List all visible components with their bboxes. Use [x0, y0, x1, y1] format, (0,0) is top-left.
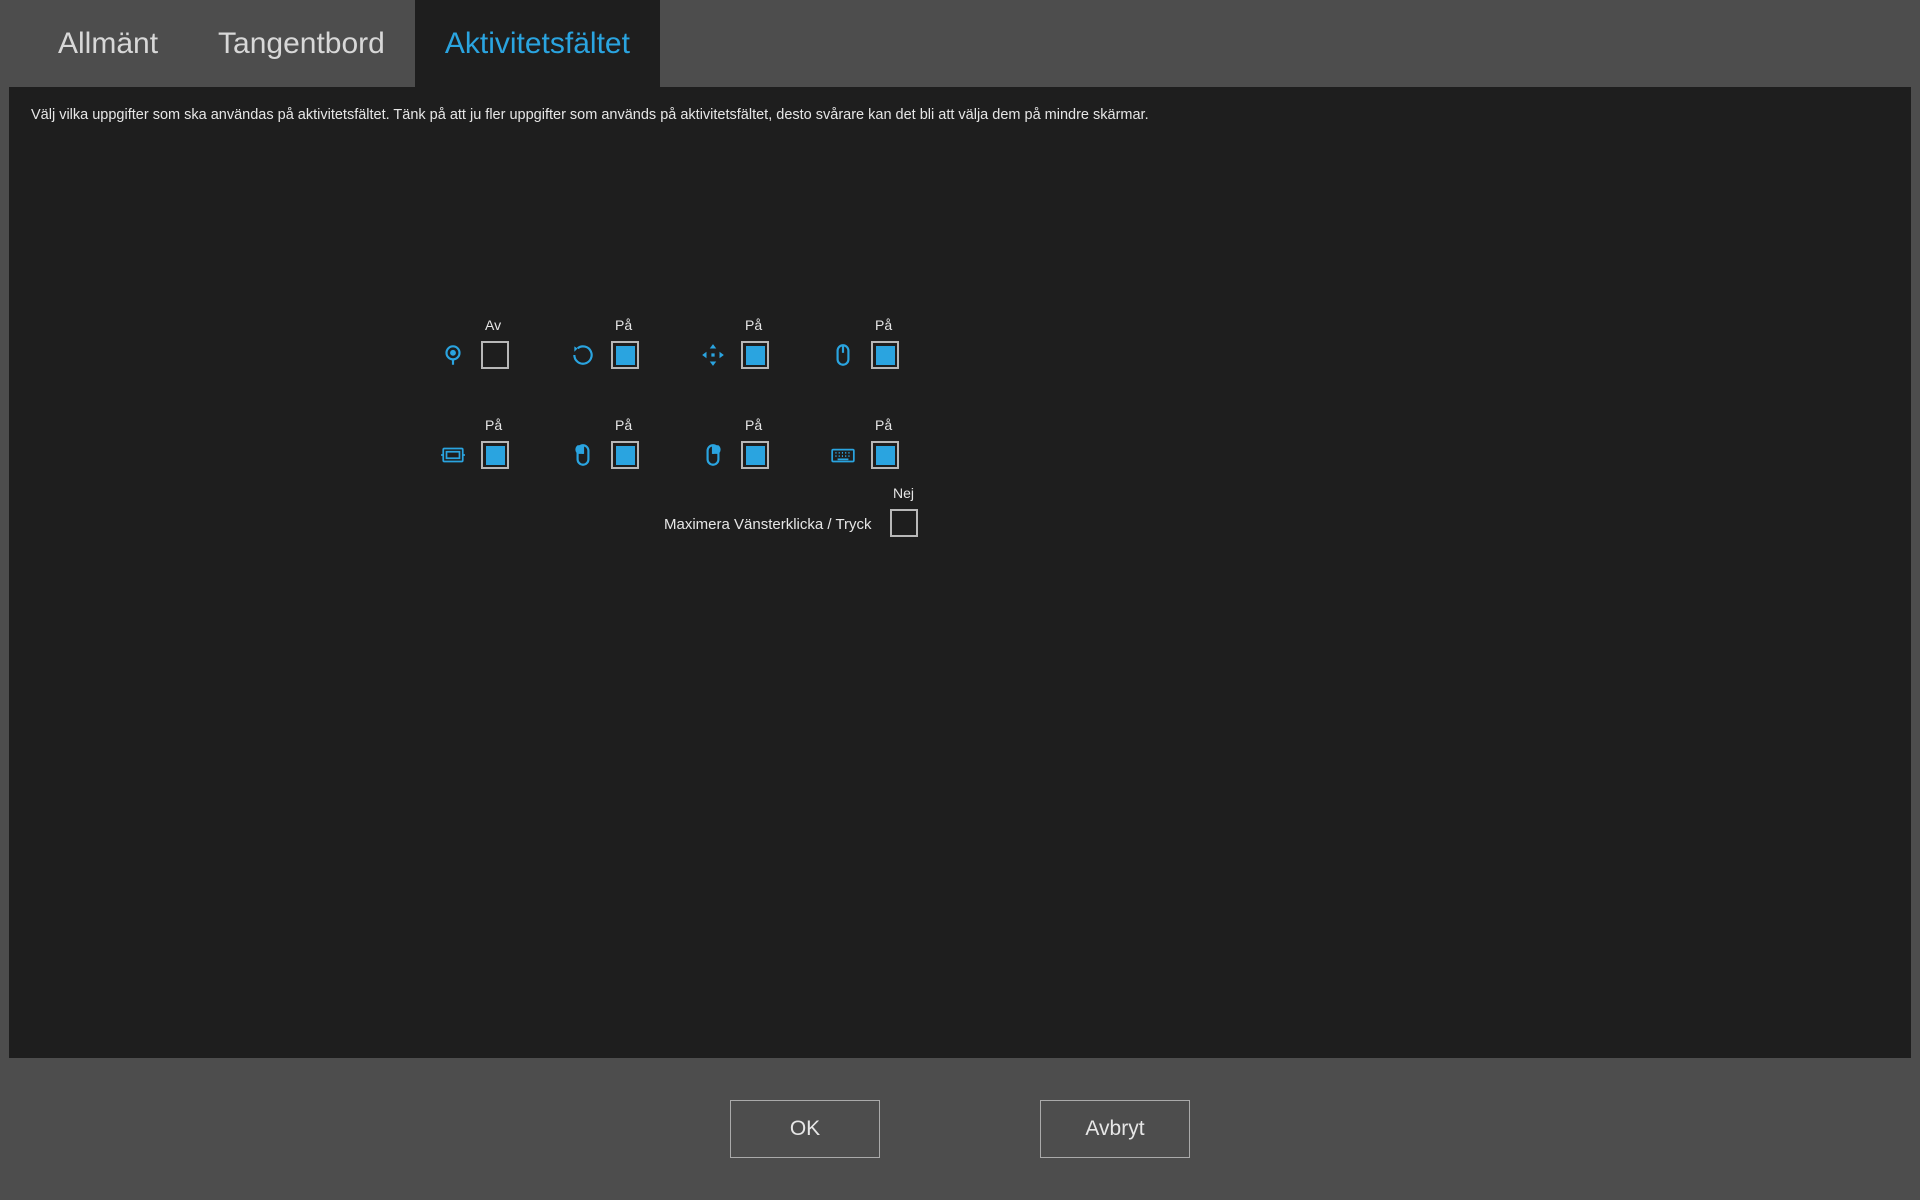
toggle-checkbox[interactable] [871, 441, 899, 469]
maximize-checkbox[interactable] [890, 509, 918, 537]
toggle-checkbox[interactable] [481, 441, 509, 469]
maximize-label: Maximera Vänsterklicka / Tryck [664, 516, 872, 533]
mouse-right-icon [699, 441, 727, 469]
tab-general[interactable]: Allmänt [28, 0, 188, 87]
toggle-state-label: På [875, 317, 892, 333]
description-text: Välj vilka uppgifter som ska användas på… [31, 105, 1889, 125]
maximize-row: Maximera Vänsterklicka / Tryck Nej [664, 485, 918, 537]
toggle-state-label: På [615, 417, 632, 433]
toggle-state-label: På [485, 417, 502, 433]
mouse-icon [829, 341, 857, 369]
toggle-cell: På [829, 417, 959, 469]
move-icon [699, 341, 727, 369]
cancel-button[interactable]: Avbryt [1040, 1100, 1190, 1158]
toggle-checkbox[interactable] [611, 441, 639, 469]
toggle-state-label: På [615, 317, 632, 333]
toggle-grid: Av På På [439, 317, 959, 469]
toggle-checkbox[interactable] [741, 441, 769, 469]
keyboard-icon [829, 441, 857, 469]
calibrate-icon [439, 441, 467, 469]
toggle-checkbox[interactable] [611, 341, 639, 369]
toggle-checkbox[interactable] [481, 341, 509, 369]
refresh-icon [569, 341, 597, 369]
toggle-checkbox[interactable] [871, 341, 899, 369]
toggle-cell: På [439, 417, 569, 469]
toggle-state-label: På [875, 417, 892, 433]
toggle-state-label: Av [485, 317, 501, 333]
toggle-cell: Av [439, 317, 569, 369]
content-panel: Välj vilka uppgifter som ska användas på… [9, 87, 1911, 1058]
toggle-cell: På [829, 317, 959, 369]
toggle-cell: På [569, 317, 699, 369]
maximize-state-label: Nej [893, 485, 914, 501]
toggle-state-label: På [745, 317, 762, 333]
toggle-cell: På [699, 417, 829, 469]
toggle-state-label: På [745, 417, 762, 433]
tab-keyboard[interactable]: Tangentbord [188, 0, 415, 87]
tabs-bar: Allmänt Tangentbord Aktivitetsfältet [0, 0, 1456, 87]
mouse-left-icon [569, 441, 597, 469]
place-marker-icon [439, 341, 467, 369]
toggle-checkbox[interactable] [741, 341, 769, 369]
footer-bar: OK Avbryt [0, 1058, 1920, 1200]
toggle-cell: På [569, 417, 699, 469]
toggle-cell: På [699, 317, 829, 369]
tab-taskbar[interactable]: Aktivitetsfältet [415, 0, 660, 87]
ok-button[interactable]: OK [730, 1100, 880, 1158]
